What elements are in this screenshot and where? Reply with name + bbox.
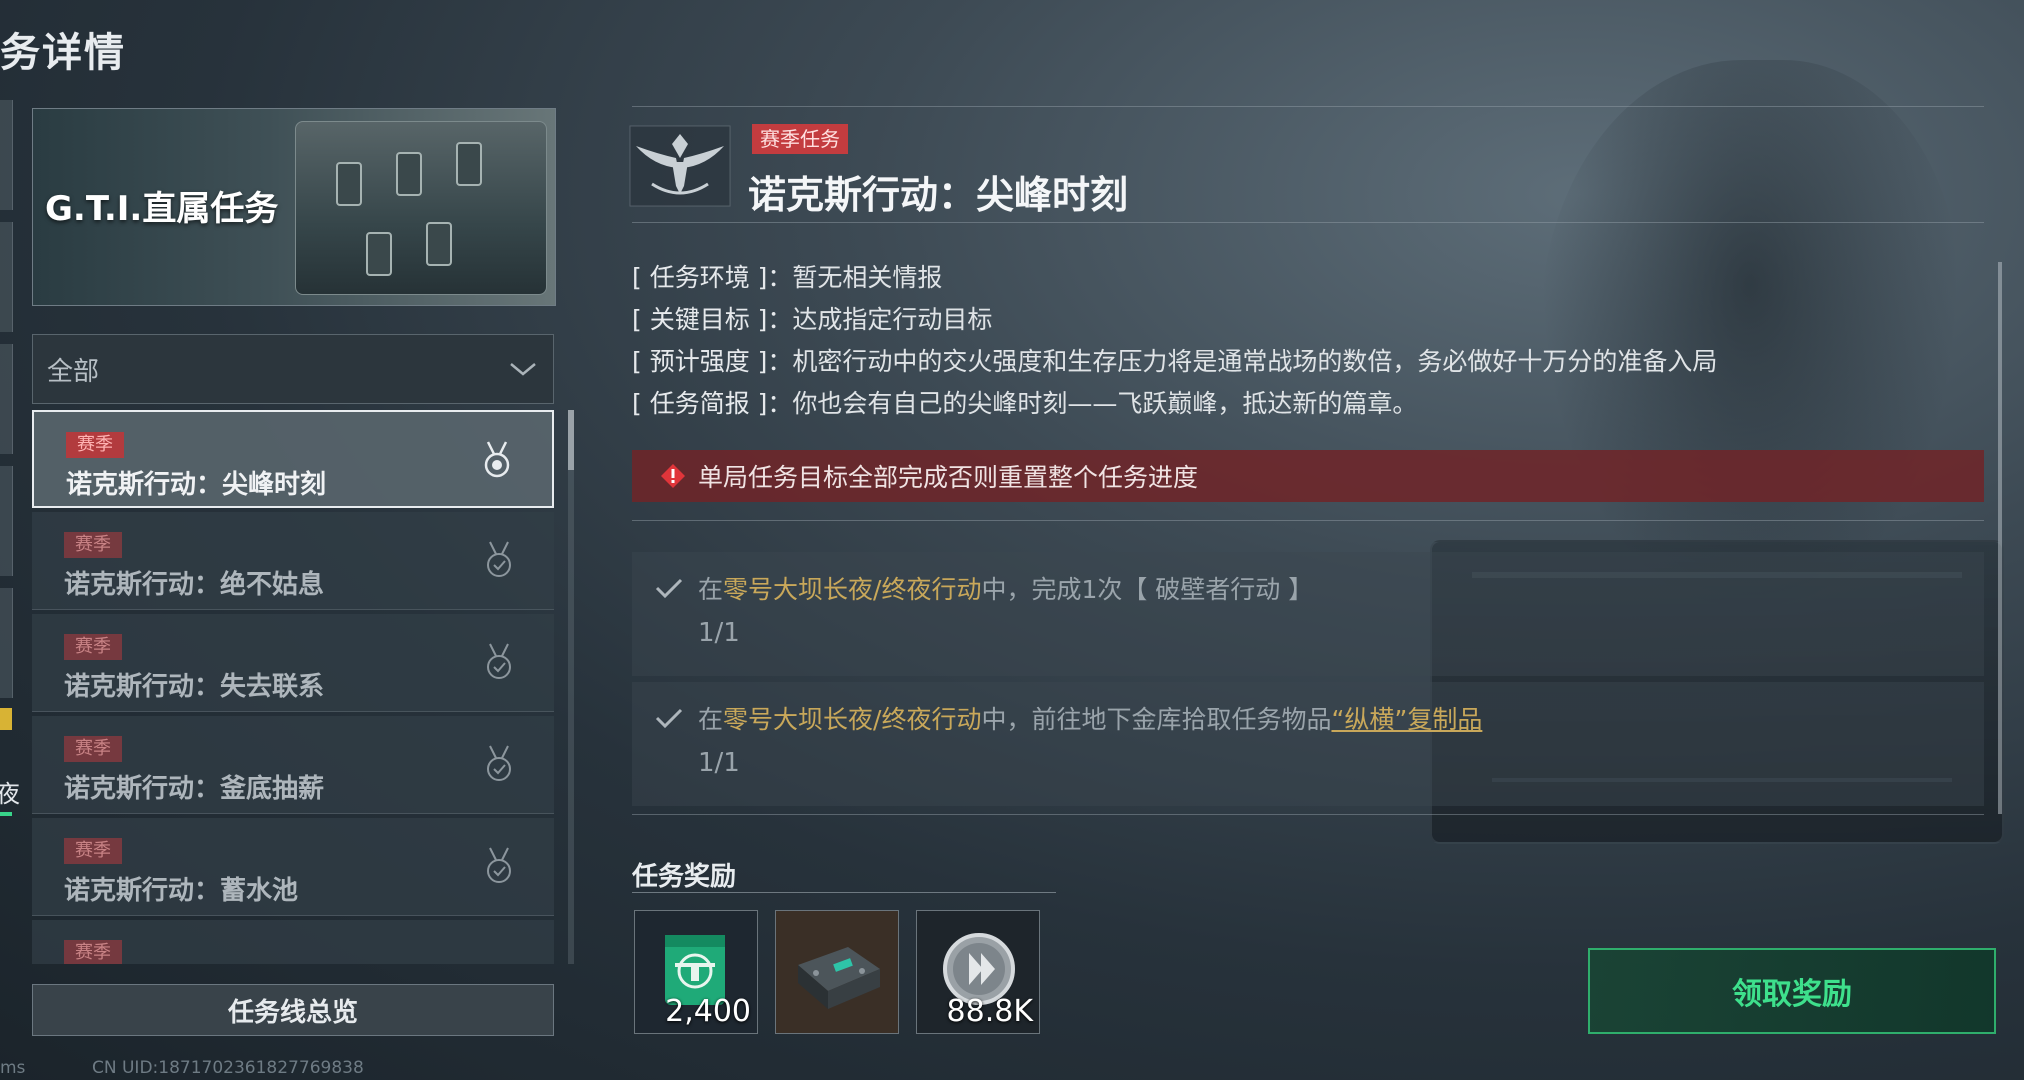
medal-check-icon bbox=[487, 643, 511, 679]
objective-prefix: 在 bbox=[698, 575, 724, 604]
rail-alert-badge bbox=[0, 708, 12, 730]
warning-diamond-icon bbox=[661, 464, 685, 488]
info-key: [ 任务环境 ]： bbox=[632, 263, 793, 292]
left-rail-tab[interactable] bbox=[0, 588, 13, 698]
task-list-scroll-thumb[interactable] bbox=[568, 410, 574, 470]
objective-progress: 1/1 bbox=[698, 748, 740, 778]
left-rail-tab[interactable] bbox=[0, 344, 13, 454]
season-tag: 赛季 bbox=[64, 940, 122, 964]
info-value: 达成指定行动目标 bbox=[792, 305, 993, 334]
left-rail-tab[interactable] bbox=[0, 100, 13, 210]
task-name: 诺克斯行动：失去联系 bbox=[64, 672, 325, 702]
info-line: [ 任务环境 ]：暂无相关情报 bbox=[632, 258, 1717, 300]
task-name: 诺克斯行动：釜底抽薪 bbox=[64, 774, 325, 804]
season-tag: 赛季 bbox=[64, 736, 122, 762]
season-tag: 赛季 bbox=[64, 532, 122, 558]
left-rail-tab[interactable] bbox=[0, 466, 13, 576]
left-rail-tab[interactable] bbox=[0, 222, 13, 332]
objective-progress: 1/1 bbox=[698, 618, 740, 648]
task-list-item[interactable]: 赛季 诺克斯行动：绝不姑息 bbox=[32, 512, 554, 610]
divider bbox=[632, 106, 1984, 107]
detail-scrollbar[interactable] bbox=[1998, 262, 2002, 814]
page-title: 务详情 bbox=[0, 30, 126, 76]
task-name: 诺克斯行动：绝不姑息 bbox=[64, 570, 325, 600]
filter-dropdown[interactable]: 全部 bbox=[32, 334, 554, 404]
checkmark-icon bbox=[655, 708, 683, 729]
medal-check-icon bbox=[487, 541, 511, 577]
task-list-item[interactable]: 赛季 诺克斯行动：尖峰时刻 bbox=[32, 410, 554, 508]
eagle-emblem-icon bbox=[629, 125, 731, 207]
task-list-scrollbar[interactable] bbox=[568, 410, 574, 964]
reward-quantity: 88.8K bbox=[946, 994, 1033, 1029]
objective-text: 在零号大坝长夜/终夜行动中，前往地下金库拾取任务物品“纵横”复制品 bbox=[698, 700, 1482, 736]
task-list-item[interactable]: 赛季 诺克斯行动：釜底抽薪 bbox=[32, 716, 554, 814]
filter-value: 全部 bbox=[47, 356, 100, 387]
rewards-underline bbox=[632, 892, 1056, 893]
divider bbox=[632, 520, 1984, 521]
season-tag: 赛季 bbox=[66, 432, 124, 458]
objective-description: 中，前往地下金库拾取任务物品 bbox=[981, 705, 1332, 734]
chevron-down-icon bbox=[510, 363, 536, 376]
info-key: [ 任务简报 ]： bbox=[632, 389, 793, 418]
info-line: [ 任务简报 ]：你也会有自己的尖峰时刻——飞跃巅峰，抵达新的篇章。 bbox=[632, 384, 1717, 426]
claim-reward-button[interactable]: 领取奖励 bbox=[1588, 948, 1996, 1034]
item-link[interactable]: “纵横”复制品 bbox=[1331, 705, 1482, 734]
info-line: [ 关键目标 ]：达成指定行动目标 bbox=[632, 300, 1717, 342]
crate-image bbox=[295, 121, 547, 295]
objective-description: 中，完成1次【 破壁者行动 】 bbox=[981, 575, 1314, 604]
task-name: 诺克斯行动：蓄水池 bbox=[64, 876, 299, 906]
info-value: 暂无相关情报 bbox=[792, 263, 943, 292]
info-value: 机密行动中的交火强度和生存压力将是通常战场的数倍，务必做好十万分的准备入局 bbox=[792, 347, 1718, 376]
reward-quantity: 2,400 bbox=[665, 994, 751, 1029]
objective-location: 零号大坝长夜/终夜行动 bbox=[723, 705, 982, 734]
electronic-device-icon bbox=[798, 947, 880, 1009]
objective-row: 在零号大坝长夜/终夜行动中，完成1次【 破壁者行动 】 1/1 bbox=[632, 552, 1984, 676]
reward-item[interactable]: 2,400 bbox=[634, 910, 758, 1034]
objective-row: 在零号大坝长夜/终夜行动中，前往地下金库拾取任务物品“纵横”复制品 1/1 bbox=[632, 682, 1984, 806]
info-key: [ 关键目标 ]： bbox=[632, 305, 793, 334]
task-list-item[interactable]: 赛季 诺克斯行动：蓄水池 bbox=[32, 818, 554, 916]
rail-tab-label: 夜 bbox=[0, 780, 20, 808]
rewards-title: 任务奖励 bbox=[632, 862, 737, 892]
user-uid: CN UID:1871702361827769838 bbox=[92, 1058, 364, 1078]
reset-warning-banner: 单局任务目标全部完成否则重置整个任务进度 bbox=[632, 450, 1984, 502]
task-list-item[interactable]: 赛季 bbox=[32, 920, 554, 964]
crate-clasp bbox=[426, 222, 452, 266]
reward-item[interactable] bbox=[775, 910, 899, 1034]
info-line: [ 预计强度 ]：机密行动中的交火强度和生存压力将是通常战场的数倍，务必做好十万… bbox=[632, 342, 1717, 384]
season-tag: 赛季 bbox=[64, 838, 122, 864]
checkmark-icon bbox=[655, 578, 683, 599]
objective-prefix: 在 bbox=[698, 705, 724, 734]
ping-readout: ms bbox=[0, 1058, 26, 1078]
crate-clasp bbox=[336, 162, 362, 206]
season-tag: 赛季 bbox=[64, 634, 122, 660]
medal-check-icon bbox=[487, 745, 511, 781]
mission-category-banner: G.T.I.直属任务 bbox=[32, 108, 556, 306]
task-list-item[interactable]: 赛季 诺克斯行动：失去联系 bbox=[32, 614, 554, 712]
info-value: 你也会有自己的尖峰时刻——飞跃巅峰，抵达新的篇章。 bbox=[792, 389, 1418, 418]
season-mission-tag: 赛季任务 bbox=[752, 124, 848, 154]
questline-overview-button[interactable]: 任务线总览 bbox=[32, 984, 554, 1036]
objective-text: 在零号大坝长夜/终夜行动中，完成1次【 破壁者行动 】 bbox=[698, 570, 1313, 606]
warning-text: 单局任务目标全部完成否则重置整个任务进度 bbox=[698, 463, 1199, 492]
mission-title: 诺克斯行动：尖峰时刻 bbox=[748, 173, 1129, 217]
reward-item[interactable]: 88.8K bbox=[916, 910, 1040, 1034]
rail-active-indicator bbox=[0, 812, 12, 816]
objective-location: 零号大坝长夜/终夜行动 bbox=[723, 575, 982, 604]
divider bbox=[632, 222, 1984, 223]
task-name: 诺克斯行动：尖峰时刻 bbox=[66, 470, 327, 500]
divider bbox=[632, 814, 1984, 815]
medal-icon bbox=[484, 441, 510, 478]
medal-check-icon bbox=[487, 847, 511, 883]
info-key: [ 预计强度 ]： bbox=[632, 347, 793, 376]
task-list[interactable]: 赛季 诺克斯行动：尖峰时刻 赛季 诺克斯行动：绝不姑息 赛季 诺克斯行动：失去联… bbox=[32, 410, 554, 964]
crate-clasp bbox=[456, 142, 482, 186]
banner-label: G.T.I.直属任务 bbox=[45, 189, 279, 229]
crate-clasp bbox=[366, 232, 392, 276]
crate-clasp bbox=[396, 152, 422, 196]
mission-info: [ 任务环境 ]：暂无相关情报 [ 关键目标 ]：达成指定行动目标 [ 预计强度… bbox=[632, 258, 1717, 426]
